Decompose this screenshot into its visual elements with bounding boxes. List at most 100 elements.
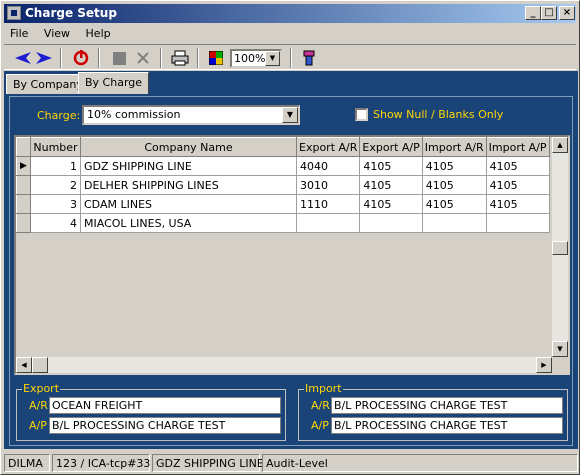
export-ar-field[interactable]: OCEAN FREIGHT bbox=[49, 397, 281, 414]
tab-by-charge[interactable]: By Charge bbox=[78, 72, 150, 94]
column-header-company-name[interactable]: Company Name bbox=[80, 137, 297, 157]
print-icon[interactable] bbox=[169, 48, 191, 68]
tools-icon[interactable] bbox=[298, 48, 320, 68]
zoom-value: 100% bbox=[234, 52, 266, 65]
cell-import-ap[interactable] bbox=[485, 213, 550, 233]
row-indicator[interactable] bbox=[16, 194, 31, 214]
column-header-import-ap[interactable]: Import A/P bbox=[485, 137, 550, 157]
import-ar-field[interactable]: B/L PROCESSING CHARGE TEST bbox=[331, 397, 563, 414]
charge-grid: Number Company Name Export A/R Export A/… bbox=[14, 135, 570, 375]
cell-number[interactable]: 2 bbox=[30, 175, 81, 195]
window-title: Charge Setup bbox=[25, 6, 117, 20]
cell-import-ap[interactable]: 4105 bbox=[485, 194, 550, 214]
toolbar-separator bbox=[60, 48, 62, 68]
scroll-up-icon[interactable]: ▲ bbox=[552, 137, 568, 153]
cell-import-ar[interactable]: 4105 bbox=[421, 194, 487, 214]
charge-setup-window: Charge Setup _ □ × File View Help 100% ▼… bbox=[0, 0, 580, 475]
show-null-label[interactable]: Show Null / Blanks Only bbox=[373, 108, 503, 121]
charge-label: Charge: bbox=[37, 109, 81, 122]
forward-arrow-icon[interactable] bbox=[33, 48, 55, 68]
status-level: Audit-Level bbox=[262, 454, 578, 472]
by-charge-panel: Charge: 10% commission ▼ Show Null / Bla… bbox=[9, 96, 573, 446]
cell-export-ap[interactable]: 4105 bbox=[359, 194, 423, 214]
chevron-down-icon[interactable]: ▼ bbox=[282, 107, 298, 123]
row-indicator[interactable] bbox=[16, 175, 31, 195]
minimize-button[interactable]: _ bbox=[525, 6, 541, 20]
zoom-select[interactable]: 100% ▼ bbox=[230, 49, 282, 68]
import-group-title: Import bbox=[304, 382, 343, 395]
horizontal-scrollbar[interactable]: ◀ ▶ bbox=[16, 357, 552, 373]
cell-export-ap[interactable]: 4105 bbox=[359, 156, 423, 176]
cell-company-name[interactable]: GDZ SHIPPING LINE bbox=[80, 156, 297, 176]
scroll-left-icon[interactable]: ◀ bbox=[16, 357, 32, 373]
import-ap-label: A/P bbox=[311, 419, 329, 432]
toolbar-separator bbox=[160, 48, 162, 68]
cell-import-ap[interactable]: 4105 bbox=[485, 156, 550, 176]
chevron-down-icon[interactable]: ▼ bbox=[265, 51, 280, 66]
cell-export-ar[interactable] bbox=[295, 213, 361, 233]
toolbar-separator bbox=[98, 48, 100, 68]
row-pointer-icon[interactable]: ▶ bbox=[16, 156, 31, 176]
menu-file[interactable]: File bbox=[4, 25, 34, 40]
cell-number[interactable]: 4 bbox=[30, 213, 81, 233]
cell-export-ar[interactable]: 4040 bbox=[295, 156, 361, 176]
charge-value: 10% commission bbox=[87, 108, 181, 121]
import-group: Import A/R B/L PROCESSING CHARGE TEST A/… bbox=[298, 382, 568, 441]
cell-company-name[interactable]: MIACOL LINES, USA bbox=[80, 213, 297, 233]
cell-number[interactable]: 3 bbox=[30, 194, 81, 214]
column-header-export-ar[interactable]: Export A/R bbox=[295, 137, 361, 157]
scroll-thumb[interactable] bbox=[32, 357, 48, 373]
cell-export-ar[interactable]: 3010 bbox=[295, 175, 361, 195]
menu-view[interactable]: View bbox=[38, 25, 76, 40]
cancel-icon[interactable] bbox=[132, 48, 154, 68]
cell-export-ar[interactable]: 1110 bbox=[295, 194, 361, 214]
toolbar-separator bbox=[290, 48, 292, 68]
maximize-button[interactable]: □ bbox=[541, 6, 557, 20]
row-indicator[interactable] bbox=[16, 213, 31, 233]
cell-import-ar[interactable] bbox=[421, 213, 487, 233]
cell-import-ar[interactable]: 4105 bbox=[421, 175, 487, 195]
cell-export-ap[interactable]: 4105 bbox=[359, 175, 423, 195]
color-grid-icon[interactable] bbox=[205, 48, 227, 68]
cell-number[interactable]: 1 bbox=[30, 156, 81, 176]
charge-table: Number Company Name Export A/R Export A/… bbox=[16, 137, 550, 233]
cell-company-name[interactable]: DELHER SHIPPING LINES bbox=[80, 175, 297, 195]
cell-export-ap[interactable] bbox=[359, 213, 423, 233]
table-header-row: Number Company Name Export A/R Export A/… bbox=[16, 137, 550, 157]
column-header-export-ap[interactable]: Export A/P bbox=[359, 137, 423, 157]
table-row[interactable]: 2 DELHER SHIPPING LINES 3010 4105 4105 4… bbox=[16, 175, 550, 195]
cell-import-ar[interactable]: 4105 bbox=[421, 156, 487, 176]
import-ar-label: A/R bbox=[311, 399, 330, 412]
table-row[interactable]: 4 MIACOL LINES, USA bbox=[16, 213, 550, 233]
toolbar: 100% ▼ bbox=[4, 44, 576, 70]
cell-import-ap[interactable]: 4105 bbox=[485, 175, 550, 195]
show-null-checkbox[interactable] bbox=[355, 108, 368, 121]
export-ar-label: A/R bbox=[29, 399, 48, 412]
stop-icon[interactable] bbox=[108, 48, 130, 68]
status-session: 123 / ICA-tcp#33 bbox=[52, 454, 150, 472]
menu-bar: File View Help bbox=[4, 25, 576, 43]
vertical-scrollbar[interactable]: ▲ ▼ bbox=[552, 137, 568, 357]
close-button[interactable]: × bbox=[559, 6, 575, 20]
cell-company-name[interactable]: CDAM LINES bbox=[80, 194, 297, 214]
back-arrow-icon[interactable] bbox=[12, 48, 34, 68]
toolbar-separator bbox=[197, 48, 199, 68]
column-header-number[interactable]: Number bbox=[30, 137, 81, 157]
scroll-right-icon[interactable]: ▶ bbox=[536, 357, 552, 373]
status-bar: DILMA 123 / ICA-tcp#33 GDZ SHIPPING LINE… bbox=[4, 453, 578, 472]
charge-select[interactable]: 10% commission ▼ bbox=[82, 105, 300, 125]
refresh-icon[interactable] bbox=[70, 48, 92, 68]
tab-container: By Company By Charge Charge: 10% commiss… bbox=[4, 71, 578, 449]
export-group-title: Export bbox=[22, 382, 61, 395]
table-row[interactable]: ▶ 1 GDZ SHIPPING LINE 4040 4105 4105 410… bbox=[16, 156, 550, 176]
table-row[interactable]: 3 CDAM LINES 1110 4105 4105 4105 bbox=[16, 194, 550, 214]
column-header-import-ar[interactable]: Import A/R bbox=[421, 137, 487, 157]
menu-help[interactable]: Help bbox=[80, 25, 117, 40]
row-indicator-header bbox=[16, 137, 31, 157]
scroll-thumb[interactable] bbox=[552, 241, 568, 255]
import-ap-field[interactable]: B/L PROCESSING CHARGE TEST bbox=[331, 417, 563, 434]
export-ap-field[interactable]: B/L PROCESSING CHARGE TEST bbox=[49, 417, 281, 434]
status-record: GDZ SHIPPING LINE bbox=[152, 454, 264, 472]
scroll-down-icon[interactable]: ▼ bbox=[552, 341, 568, 357]
title-bar[interactable]: Charge Setup _ □ × bbox=[4, 4, 576, 23]
